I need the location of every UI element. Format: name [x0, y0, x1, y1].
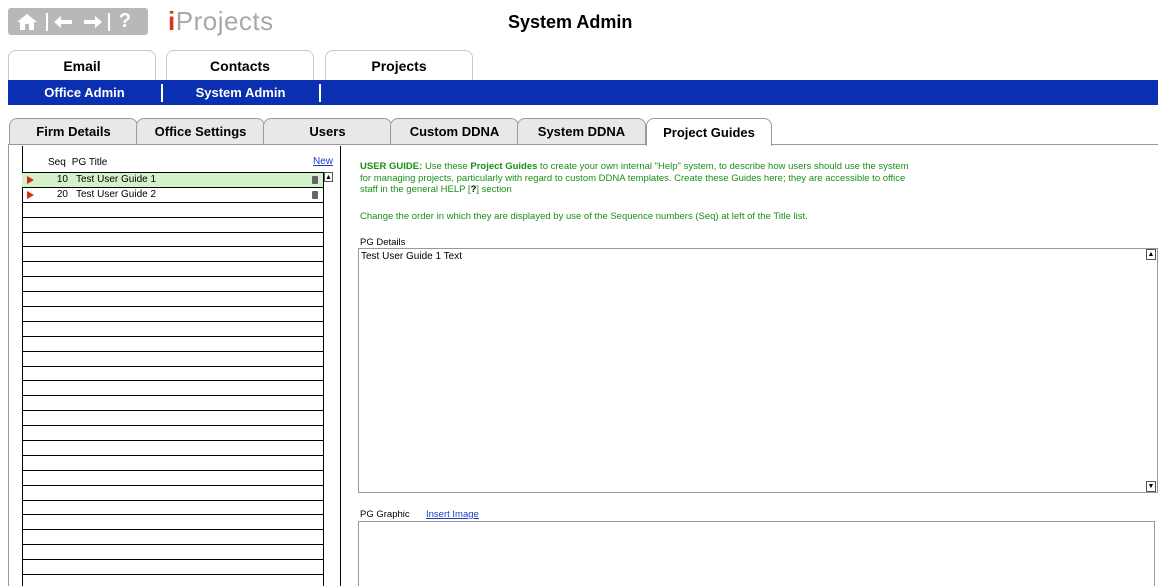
empty-list-row [22, 396, 323, 412]
row-seq[interactable]: 20 [46, 189, 68, 200]
list-header: Seq PG Title [48, 157, 113, 168]
sub-nav-office-admin[interactable]: Office Admin [8, 80, 161, 105]
trash-icon[interactable] [312, 176, 318, 184]
empty-list-row [22, 441, 323, 456]
pg-details-value[interactable]: Test User Guide 1 Text [361, 251, 462, 262]
empty-list-row [22, 515, 323, 531]
tab-projects[interactable]: Projects [325, 50, 473, 80]
guide-bold: Project Guides [470, 161, 538, 172]
empty-list-row [22, 262, 323, 278]
row-title[interactable]: Test User Guide 1 [76, 174, 156, 185]
empty-list-row [22, 218, 323, 233]
empty-list-row [22, 560, 323, 576]
guide-list: 10 Test User Guide 1 20 Test User Guide … [22, 172, 323, 576]
empty-list-row [22, 203, 323, 218]
sub-nav-bar: Office Admin System Admin [8, 80, 1158, 105]
col-title: PG Title [71, 157, 108, 168]
col-seq: Seq [48, 157, 66, 168]
row-arrow-icon[interactable] [27, 190, 34, 199]
content-border [8, 144, 1158, 145]
empty-list-row [22, 233, 323, 248]
forward-icon[interactable] [78, 8, 108, 35]
pg-details-field[interactable] [358, 248, 1158, 493]
empty-list-row [22, 501, 323, 516]
tab-users[interactable]: Users [263, 118, 392, 144]
empty-list-row [22, 381, 323, 397]
tab-custom-ddna[interactable]: Custom DDNA [390, 118, 519, 144]
empty-list-row [22, 277, 323, 293]
scroll-up-icon[interactable]: ▲ [1146, 249, 1156, 260]
tab-email[interactable]: Email [8, 50, 156, 80]
tab-office-settings[interactable]: Office Settings [136, 118, 265, 144]
empty-list-row [22, 471, 323, 486]
row-arrow-icon[interactable] [27, 175, 34, 184]
empty-list-row [22, 352, 323, 367]
empty-list-row [22, 530, 323, 546]
tab-project-guides[interactable]: Project Guides [646, 118, 772, 146]
empty-list-row [22, 322, 323, 337]
nav-cluster: ? [8, 8, 148, 35]
empty-list-row [22, 426, 323, 442]
row-title[interactable]: Test User Guide 2 [76, 189, 156, 200]
back-icon[interactable] [48, 8, 78, 35]
empty-list-row [22, 367, 323, 382]
user-guide-description: USER GUIDE: Use these Project Guides to … [360, 161, 920, 196]
list-row[interactable]: 20 Test User Guide 2 [22, 188, 323, 203]
content-border [8, 144, 9, 586]
guide-text-c: ] section [476, 184, 512, 195]
empty-list-row [22, 486, 323, 501]
empty-list-row [22, 411, 323, 427]
empty-list-row [22, 292, 323, 308]
empty-list-row [22, 247, 323, 263]
new-guide-link[interactable]: New [313, 156, 333, 167]
page-title: System Admin [508, 12, 633, 32]
tab-system-ddna[interactable]: System DDNA [517, 118, 646, 144]
pg-details-label: PG Details [360, 237, 406, 248]
empty-list-row [22, 456, 323, 471]
details-scrollbar[interactable]: ▲ ▼ [1146, 248, 1158, 493]
trash-icon[interactable] [312, 190, 318, 199]
home-icon[interactable] [8, 8, 46, 35]
sub-nav-separator [319, 84, 321, 102]
tab-contacts[interactable]: Contacts [166, 50, 314, 80]
scroll-up-icon[interactable]: ▲ [324, 172, 333, 182]
pg-graphic-label: PG Graphic [360, 509, 410, 520]
empty-list-row [22, 545, 323, 561]
guide-text-a: Use these [424, 161, 471, 172]
tab-firm-details[interactable]: Firm Details [9, 118, 138, 144]
row-seq[interactable]: 10 [46, 174, 68, 185]
sub-nav-system-admin[interactable]: System Admin [163, 80, 318, 105]
insert-image-link[interactable]: Insert Image [426, 509, 479, 520]
order-instructions: Change the order in which they are displ… [360, 211, 808, 222]
empty-list-row [22, 337, 323, 352]
list-row[interactable]: 10 Test User Guide 1 [22, 173, 323, 188]
help-icon[interactable]: ? [110, 8, 140, 35]
list-scrollbar[interactable]: ▲ [323, 172, 333, 586]
guide-label: USER GUIDE: [360, 161, 423, 172]
pg-graphic-area[interactable] [358, 521, 1155, 586]
empty-list-row [22, 307, 323, 322]
brand-logo: iProjects [168, 6, 274, 36]
scroll-down-icon[interactable]: ▼ [1146, 481, 1156, 492]
